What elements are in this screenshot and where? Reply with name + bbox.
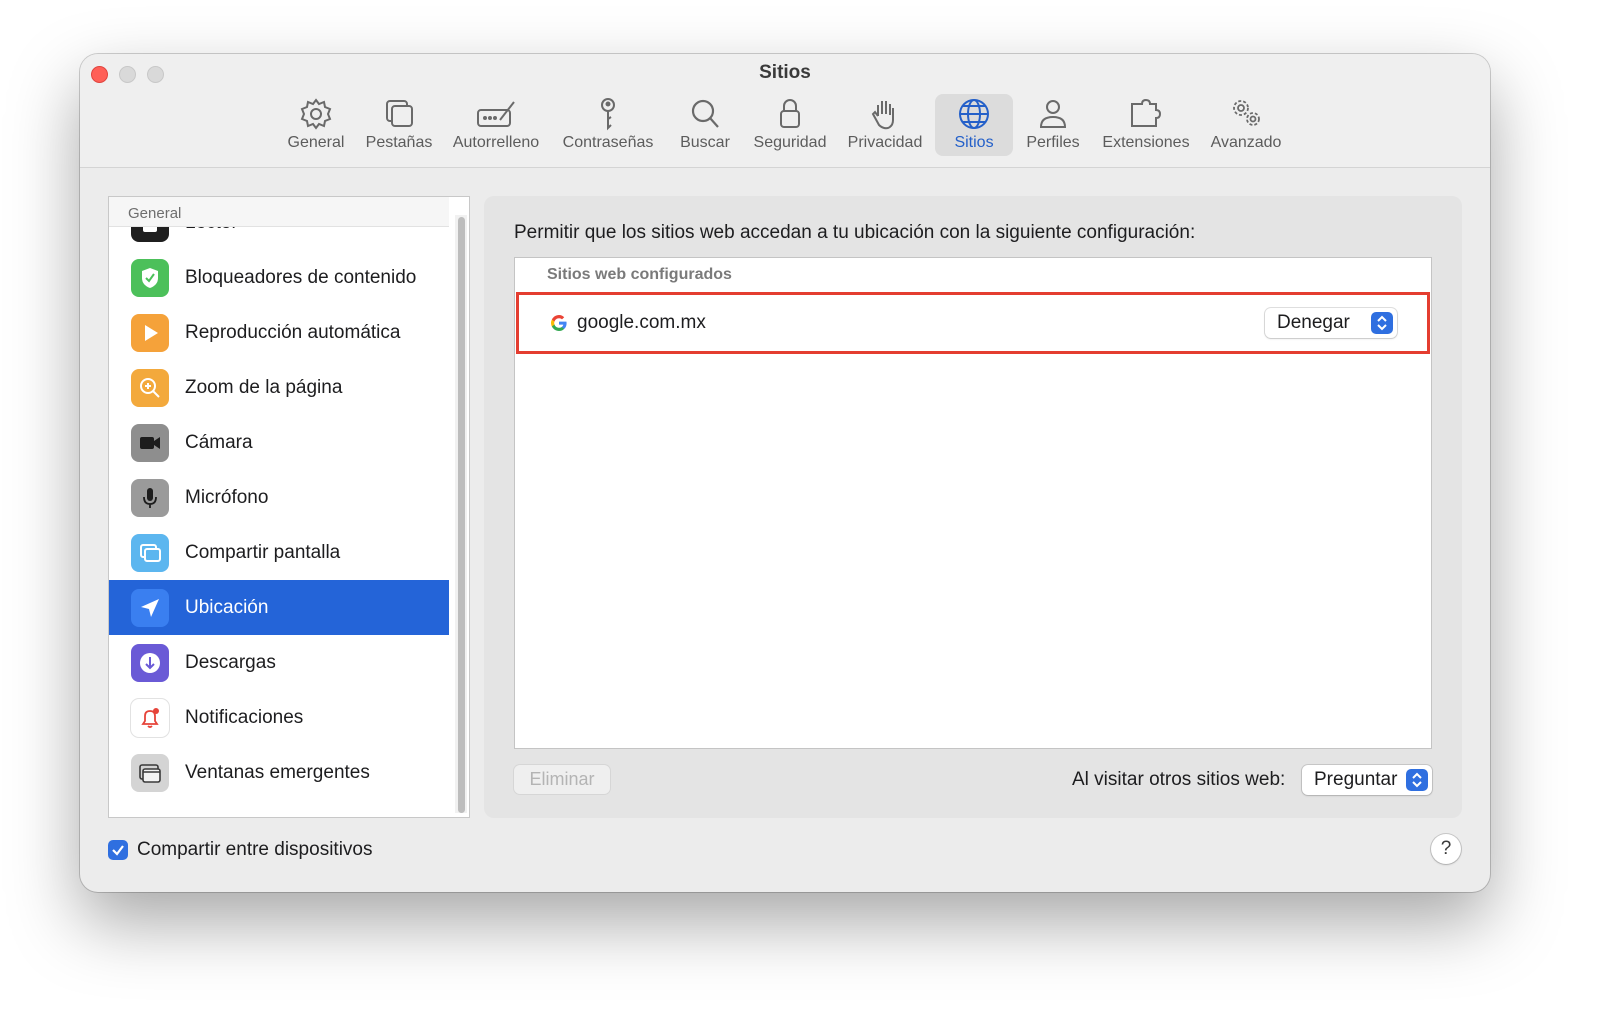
site-permission-select[interactable]: Denegar bbox=[1265, 308, 1397, 338]
sidebar-item-downloads[interactable]: Descargas bbox=[109, 635, 449, 690]
notification-bell-icon bbox=[131, 698, 169, 737]
site-permission-value: Denegar bbox=[1277, 312, 1350, 333]
globe-icon bbox=[954, 96, 994, 132]
tab-general[interactable]: General bbox=[283, 94, 349, 156]
sidebar-item-label: Micrófono bbox=[185, 486, 269, 508]
sidebar-item-camera[interactable]: Cámara bbox=[109, 415, 449, 470]
sidebar-item-label: Reproducción automática bbox=[185, 321, 401, 343]
camera-icon bbox=[131, 423, 169, 462]
microphone-icon bbox=[131, 478, 169, 517]
tab-autofill[interactable]: Autorrelleno bbox=[448, 94, 544, 156]
share-checkbox[interactable] bbox=[108, 840, 128, 860]
sidebar-item-label: Cámara bbox=[185, 431, 253, 453]
tab-search[interactable]: Buscar bbox=[672, 94, 738, 156]
tab-tabs[interactable]: Pestañas bbox=[362, 94, 436, 156]
tab-advanced-label: Avanzado bbox=[1210, 134, 1282, 151]
configured-sites-table: Sitios web configurados google.com.mx De… bbox=[514, 257, 1432, 749]
table-header: Sitios web configurados bbox=[547, 266, 732, 283]
location-settings-panel: Permitir que los sitios web accedan a tu… bbox=[484, 196, 1462, 818]
sidebar-list: Lector Bloqueadores de contenido Reprodu… bbox=[109, 197, 449, 800]
sidebar-scrollbar-thumb[interactable] bbox=[458, 217, 465, 813]
sidebar-item-label: Descargas bbox=[185, 651, 276, 673]
tab-extensions-label: Extensiones bbox=[1102, 134, 1190, 151]
sidebar-item-label: Bloqueadores de contenido bbox=[185, 266, 417, 288]
sidebar-item-content-blockers[interactable]: Bloqueadores de contenido bbox=[109, 250, 449, 305]
preferences-window: Sitios General Pestañas Autorrelleno Con… bbox=[80, 54, 1490, 892]
sidebar-item-label: Ubicación bbox=[185, 596, 269, 618]
page-zoom-icon bbox=[131, 368, 169, 407]
share-checkbox-label: Compartir entre dispositivos bbox=[137, 839, 373, 860]
tab-profiles[interactable]: Perfiles bbox=[1020, 94, 1086, 156]
sidebar-item-notifications[interactable]: Notificaciones bbox=[109, 690, 449, 745]
tab-search-label: Buscar bbox=[680, 134, 730, 151]
help-button[interactable]: ? bbox=[1431, 834, 1461, 864]
table-row[interactable]: google.com.mx Denegar bbox=[516, 292, 1430, 354]
downloads-icon bbox=[131, 643, 169, 682]
other-sites-value: Preguntar bbox=[1314, 769, 1398, 790]
magnifier-icon bbox=[685, 96, 725, 132]
tab-passwords-label: Contraseñas bbox=[562, 134, 654, 151]
sidebar-item-label: Zoom de la página bbox=[185, 376, 343, 398]
hand-icon bbox=[865, 96, 905, 132]
chevron-up-down-icon bbox=[1406, 769, 1428, 791]
sidebar-scrollbar[interactable] bbox=[455, 215, 467, 813]
content-blocker-icon bbox=[131, 258, 169, 297]
sidebar-item-popup-windows[interactable]: Ventanas emergentes bbox=[109, 745, 449, 800]
location-arrow-icon bbox=[131, 588, 169, 627]
sidebar-item-location[interactable]: Ubicación bbox=[109, 580, 449, 635]
panel-description: Permitir que los sitios web accedan a tu… bbox=[514, 222, 1196, 243]
tab-security-label: Seguridad bbox=[753, 134, 827, 151]
sidebar-item-label: Compartir pantalla bbox=[185, 541, 341, 563]
sidebar-item-autoplay[interactable]: Reproducción automática bbox=[109, 305, 449, 360]
tab-extensions[interactable]: Extensiones bbox=[1098, 94, 1194, 156]
google-g-icon bbox=[549, 313, 569, 333]
sidebar-item-microphone[interactable]: Micrófono bbox=[109, 470, 449, 525]
tab-security[interactable]: Seguridad bbox=[750, 94, 830, 156]
preferences-toolbar: General Pestañas Autorrelleno Contraseña… bbox=[80, 94, 1490, 160]
tab-passwords[interactable]: Contraseñas bbox=[558, 94, 658, 156]
gears-icon bbox=[1226, 96, 1266, 132]
remove-button[interactable]: Eliminar bbox=[514, 765, 610, 794]
tab-sites-label: Sitios bbox=[954, 134, 994, 151]
title-bar: Sitios General Pestañas Autorrelleno Con… bbox=[80, 54, 1490, 168]
gear-icon bbox=[296, 96, 336, 132]
lock-icon bbox=[770, 96, 810, 132]
other-sites-label: Al visitar otros sitios web: bbox=[1072, 769, 1286, 790]
sidebar-section-header: General bbox=[109, 197, 449, 227]
autoplay-icon bbox=[131, 313, 169, 352]
site-name: google.com.mx bbox=[577, 312, 706, 333]
tab-advanced[interactable]: Avanzado bbox=[1206, 94, 1286, 156]
puzzle-icon bbox=[1126, 96, 1166, 132]
popup-windows-icon bbox=[131, 753, 169, 792]
person-icon bbox=[1033, 96, 1073, 132]
tab-sites[interactable]: Sitios bbox=[935, 94, 1013, 156]
tabs-icon bbox=[379, 96, 419, 132]
tab-tabs-label: Pestañas bbox=[365, 134, 433, 151]
window-title: Sitios bbox=[759, 62, 811, 83]
sidebar-item-label: Ventanas emergentes bbox=[185, 761, 370, 783]
chevron-up-down-icon bbox=[1371, 312, 1393, 334]
share-across-devices[interactable]: Compartir entre dispositivos bbox=[108, 839, 372, 861]
tab-privacy[interactable]: Privacidad bbox=[844, 94, 926, 156]
sidebar-item-page-zoom[interactable]: Zoom de la página bbox=[109, 360, 449, 415]
key-icon bbox=[588, 96, 628, 132]
other-sites-select[interactable]: Preguntar bbox=[1302, 765, 1432, 795]
autofill-pencil-icon bbox=[476, 96, 516, 132]
tab-privacy-label: Privacidad bbox=[847, 134, 923, 151]
sidebar-item-label: Notificaciones bbox=[185, 706, 304, 728]
settings-sidebar: Lector Bloqueadores de contenido Reprodu… bbox=[108, 196, 470, 818]
sidebar-item-screen-share[interactable]: Compartir pantalla bbox=[109, 525, 449, 580]
tab-autofill-label: Autorrelleno bbox=[452, 134, 540, 151]
screen-share-icon bbox=[131, 533, 169, 572]
tab-general-label: General bbox=[287, 134, 345, 151]
tab-profiles-label: Perfiles bbox=[1026, 134, 1080, 151]
